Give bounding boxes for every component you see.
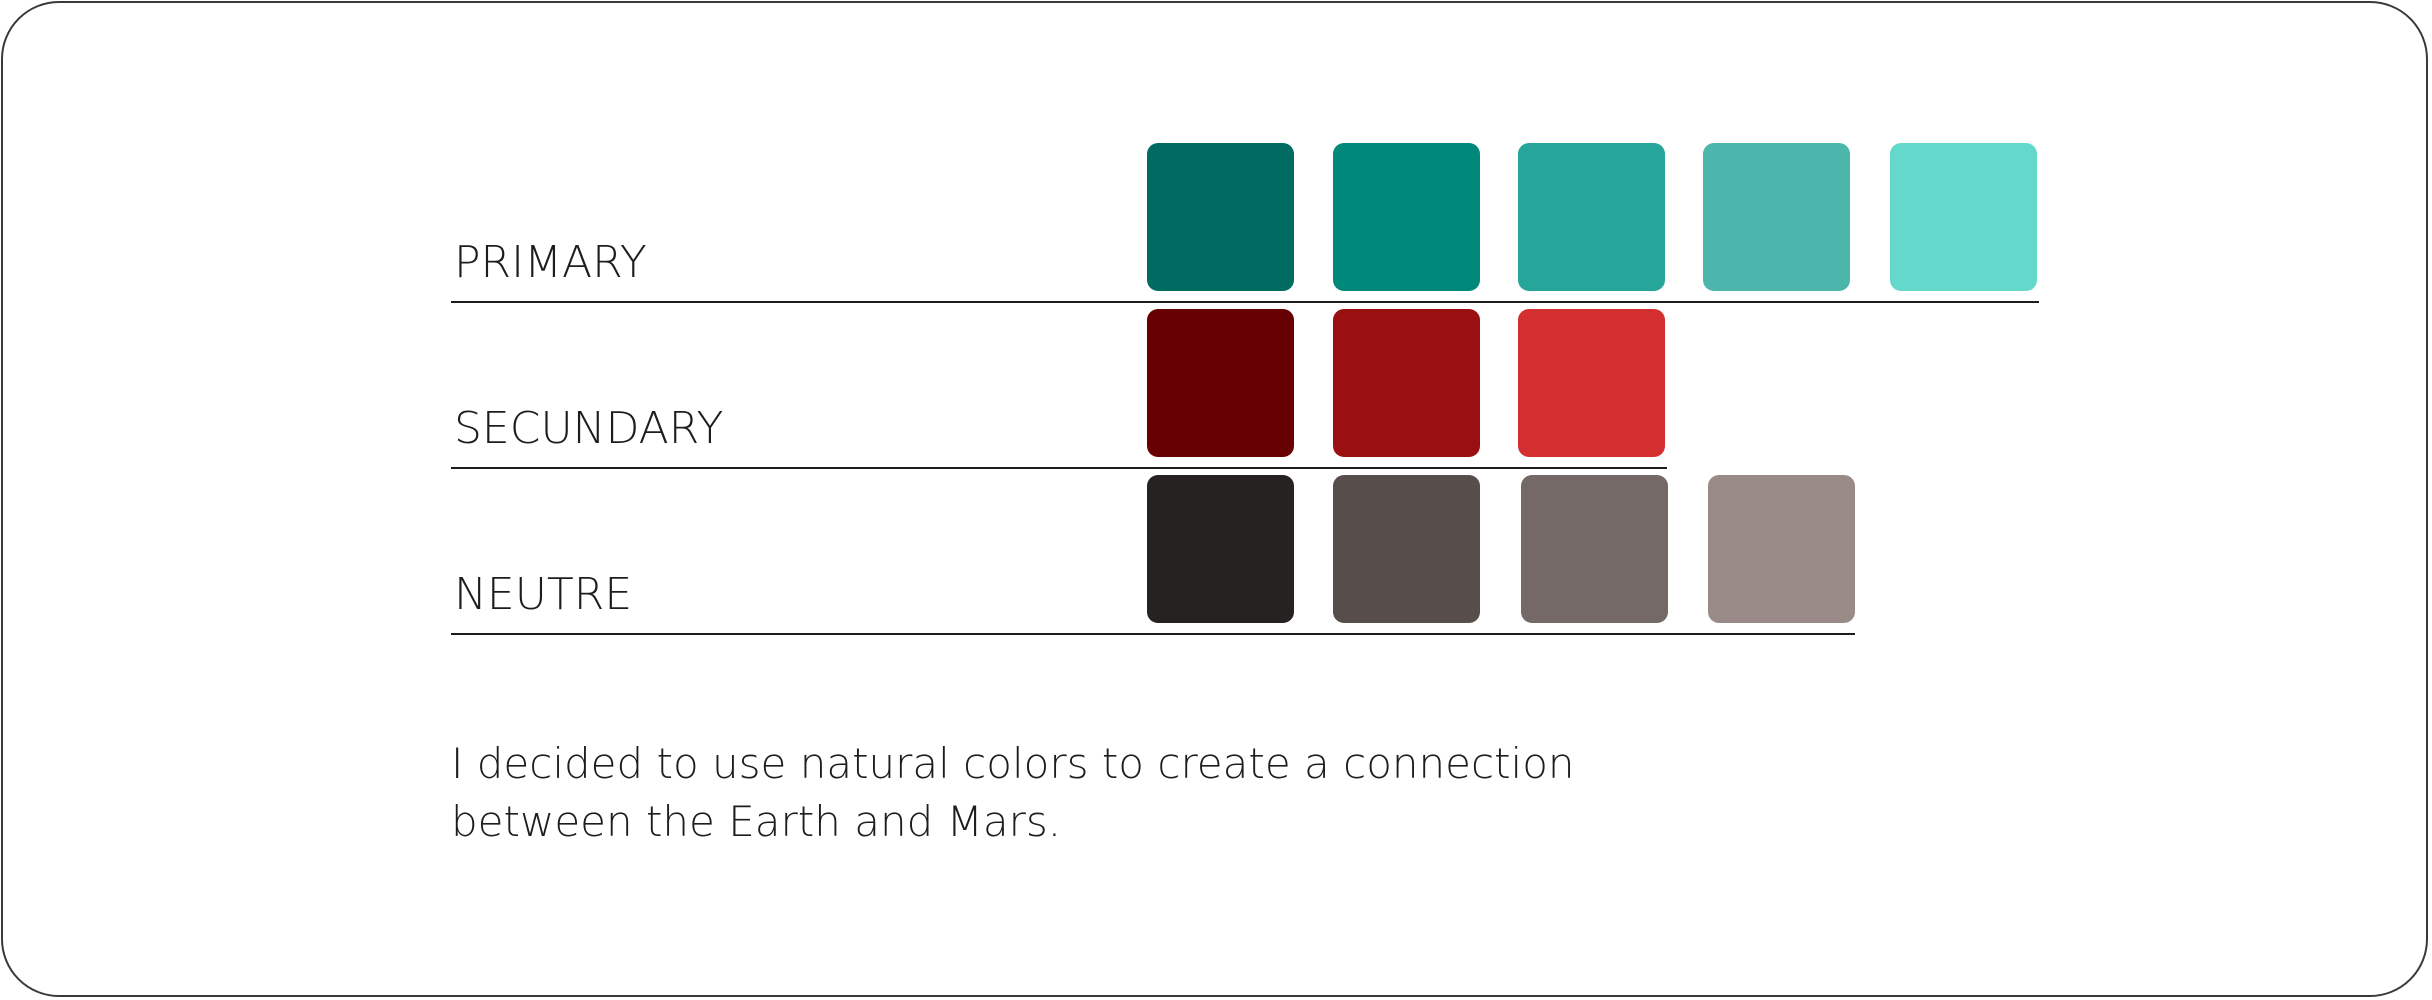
caption-line-2: between the Earth and Mars.: [451, 797, 1062, 846]
swatch-primary-1: [1147, 143, 1294, 291]
swatch-primary-4: [1703, 143, 1850, 291]
swatch-secundary-2: [1333, 309, 1480, 457]
row-divider-neutre: [451, 633, 1855, 635]
row-label-neutre: NEUTRE: [454, 569, 633, 620]
swatch-secundary-1: [1147, 309, 1294, 457]
swatch-neutre-1: [1147, 475, 1294, 623]
swatch-primary-2: [1333, 143, 1480, 291]
swatch-neutre-2: [1333, 475, 1480, 623]
palette-row-secundary: SECUNDARY: [451, 303, 1667, 469]
swatch-primary-5: [1890, 143, 2037, 291]
card-frame: PRIMARY SECUNDARY NEUTRE I decided to us…: [1, 1, 2428, 997]
swatch-secundary-3: [1518, 309, 1665, 457]
caption-line-1: I decided to use natural colors to creat…: [451, 739, 1575, 788]
palette-row-neutre: NEUTRE: [451, 469, 1855, 635]
swatch-neutre-4: [1708, 475, 1855, 623]
swatch-neutre-3: [1521, 475, 1668, 623]
swatch-primary-3: [1518, 143, 1665, 291]
row-label-secundary: SECUNDARY: [454, 403, 724, 454]
palette-caption: I decided to use natural colors to creat…: [451, 735, 1751, 851]
palette-row-primary: PRIMARY: [451, 137, 2041, 303]
row-label-primary: PRIMARY: [454, 237, 647, 288]
